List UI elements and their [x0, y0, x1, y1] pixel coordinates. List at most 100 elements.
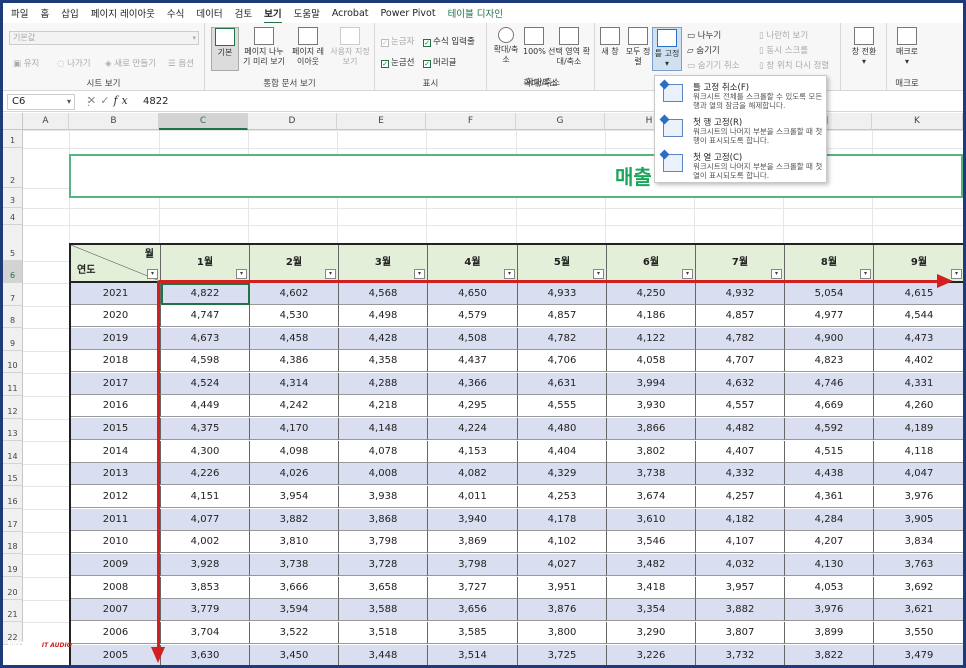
year-cell[interactable]: 2007 — [71, 599, 161, 621]
value-cell[interactable]: 4,032 — [696, 554, 785, 576]
value-cell[interactable]: 4,358 — [339, 350, 428, 372]
value-cell[interactable]: 3,954 — [250, 486, 339, 508]
value-cell[interactable]: 4,933 — [518, 283, 607, 305]
value-cell[interactable]: 4,375 — [161, 418, 250, 440]
value-cell[interactable]: 4,284 — [785, 509, 874, 531]
value-cell[interactable]: 4,008 — [339, 463, 428, 485]
menu-tab[interactable]: 삽입 — [61, 6, 78, 20]
row-header[interactable]: 4 — [3, 208, 23, 225]
row-header[interactable]: 3 — [3, 188, 23, 208]
value-cell[interactable]: 4,524 — [161, 373, 250, 395]
menu-tab[interactable]: 페이지 레이아웃 — [91, 6, 155, 20]
filter-button[interactable]: ▾ — [682, 269, 693, 279]
value-cell[interactable]: 3,853 — [161, 577, 250, 599]
column-header[interactable]: G — [516, 113, 605, 130]
value-cell[interactable]: 4,747 — [161, 305, 250, 327]
value-cell[interactable]: 3,940 — [428, 509, 518, 531]
value-cell[interactable]: 4,118 — [874, 441, 963, 463]
row-header[interactable]: 21 — [3, 600, 23, 622]
value-cell[interactable]: 4,026 — [250, 463, 339, 485]
value-cell[interactable]: 3,621 — [874, 599, 963, 621]
worksheet-grid[interactable]: ABCDEFGHIJK12345678910111213141516171819… — [3, 113, 963, 665]
value-cell[interactable]: 3,674 — [607, 486, 696, 508]
value-cell[interactable]: 4,295 — [428, 395, 518, 417]
value-cell[interactable]: 4,366 — [428, 373, 518, 395]
year-cell[interactable]: 2006 — [71, 622, 161, 644]
year-cell[interactable]: 2016 — [71, 395, 161, 417]
options-button[interactable]: ☰ 옵션 — [168, 57, 194, 69]
value-cell[interactable]: 4,002 — [161, 531, 250, 553]
zoom-button[interactable]: 확대/축소 — [491, 27, 521, 65]
value-cell[interactable]: 4,449 — [161, 395, 250, 417]
value-cell[interactable]: 4,498 — [339, 305, 428, 327]
sync-scroll-button[interactable]: ▯ 동시 스크롤 — [759, 44, 808, 56]
value-cell[interactable]: 4,207 — [785, 531, 874, 553]
value-cell[interactable]: 4,404 — [518, 441, 607, 463]
menu-tab[interactable]: Acrobat — [332, 8, 369, 19]
value-cell[interactable]: 3,800 — [518, 622, 607, 644]
row-header[interactable]: 5 — [3, 225, 23, 261]
page-layout-button[interactable]: 페이지 레이아웃 — [289, 27, 327, 67]
split-button[interactable]: ▭ 나누기 — [687, 29, 721, 41]
row-header[interactable]: 16 — [3, 486, 23, 509]
menu-tab[interactable]: 테이블 디자인 — [448, 6, 503, 20]
row-header[interactable]: 13 — [3, 419, 23, 441]
value-cell[interactable]: 4,186 — [607, 305, 696, 327]
value-cell[interactable]: 4,178 — [518, 509, 607, 531]
value-cell[interactable]: 3,725 — [518, 645, 607, 665]
filter-button[interactable]: ▾ — [504, 269, 515, 279]
value-cell[interactable]: 3,738 — [250, 554, 339, 576]
column-header[interactable]: B — [69, 113, 159, 130]
value-cell[interactable]: 3,588 — [339, 599, 428, 621]
value-cell[interactable]: 3,418 — [607, 577, 696, 599]
value-cell[interactable]: 3,868 — [339, 509, 428, 531]
value-cell[interactable]: 4,555 — [518, 395, 607, 417]
value-cell[interactable]: 3,779 — [161, 599, 250, 621]
value-cell[interactable]: 4,428 — [339, 328, 428, 350]
value-cell[interactable]: 3,728 — [339, 554, 428, 576]
value-cell[interactable]: 3,630 — [161, 645, 250, 665]
value-cell[interactable]: 4,332 — [696, 463, 785, 485]
value-cell[interactable]: 4,480 — [518, 418, 607, 440]
value-cell[interactable]: 3,899 — [785, 622, 874, 644]
value-cell[interactable]: 3,798 — [339, 531, 428, 553]
normal-view-button[interactable]: 기본 — [211, 27, 239, 71]
value-cell[interactable]: 4,077 — [161, 509, 250, 531]
freeze-option[interactable]: 첫 열 고정(C) 워크시트의 나머지 부분을 스크롤할 때 첫 열이 표시되도록… — [655, 148, 828, 182]
year-cell[interactable]: 2014 — [71, 441, 161, 463]
value-cell[interactable]: 4,482 — [696, 418, 785, 440]
value-cell[interactable]: 4,544 — [874, 305, 963, 327]
menu-tab[interactable]: 파일 — [11, 6, 28, 20]
row-header[interactable]: 6 — [3, 261, 23, 283]
menu-tab[interactable]: 보기 — [264, 6, 283, 24]
formula-input[interactable]: 4822 — [143, 94, 168, 110]
value-cell[interactable]: 3,976 — [785, 599, 874, 621]
value-cell[interactable]: 4,130 — [785, 554, 874, 576]
column-header[interactable]: D — [248, 113, 337, 130]
column-header[interactable]: K — [872, 113, 963, 130]
value-cell[interactable]: 4,107 — [696, 531, 785, 553]
year-cell[interactable]: 2013 — [71, 463, 161, 485]
year-cell[interactable]: 2015 — [71, 418, 161, 440]
value-cell[interactable]: 4,151 — [161, 486, 250, 508]
value-cell[interactable]: 4,746 — [785, 373, 874, 395]
value-cell[interactable]: 3,514 — [428, 645, 518, 665]
year-cell[interactable]: 2008 — [71, 577, 161, 599]
value-cell[interactable]: 4,153 — [428, 441, 518, 463]
value-cell[interactable]: 3,976 — [874, 486, 963, 508]
value-cell[interactable]: 3,479 — [874, 645, 963, 665]
filter-button[interactable]: ▾ — [147, 269, 158, 279]
sheet-view-combo[interactable]: 기본값 ▾ — [9, 31, 199, 45]
menu-tab[interactable]: 데이터 — [196, 6, 222, 20]
value-cell[interactable]: 4,823 — [785, 350, 874, 372]
menu-tab[interactable]: 홈 — [40, 6, 49, 20]
filter-button[interactable]: ▾ — [414, 269, 425, 279]
value-cell[interactable]: 4,011 — [428, 486, 518, 508]
value-cell[interactable]: 4,078 — [339, 441, 428, 463]
freeze-option[interactable]: 첫 행 고정(R) 워크시트의 나머지 부분을 스크롤할 때 첫 행이 표시되도록… — [655, 113, 828, 147]
value-cell[interactable]: 4,557 — [696, 395, 785, 417]
value-cell[interactable]: 4,598 — [161, 350, 250, 372]
year-cell[interactable]: 2010 — [71, 531, 161, 553]
value-cell[interactable]: 4,053 — [785, 577, 874, 599]
value-cell[interactable]: 4,098 — [250, 441, 339, 463]
